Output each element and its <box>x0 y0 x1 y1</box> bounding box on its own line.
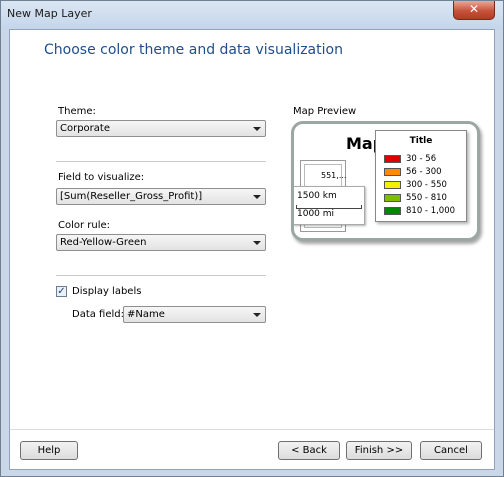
map-preview-label: Map Preview <box>293 106 357 117</box>
map-data-label: 551,... <box>321 171 347 180</box>
data-field-label: Data field: <box>72 309 125 320</box>
legend-item-label: 300 - 550 <box>406 180 447 190</box>
close-button[interactable]: ✕ <box>453 1 495 20</box>
color-rule-dropdown[interactable]: Red-Yellow-Green <box>56 234 266 251</box>
chevron-down-icon <box>253 313 261 317</box>
chevron-down-icon <box>253 195 261 199</box>
page-title: Choose color theme and data visualizatio… <box>44 42 343 58</box>
separator <box>56 275 266 276</box>
legend-item-label: 30 - 56 <box>406 154 437 164</box>
legend-title: Title <box>409 136 433 146</box>
back-button[interactable]: < Back <box>278 441 340 460</box>
dialog-window: New Map Layer ✕ Choose color theme and d… <box>0 0 504 477</box>
footer-separator <box>10 429 494 430</box>
display-labels-label: Display labels <box>72 286 142 297</box>
theme-dropdown[interactable]: Corporate <box>56 120 266 137</box>
theme-value: Corporate <box>60 123 110 134</box>
chevron-down-icon <box>253 241 261 245</box>
help-button[interactable]: Help <box>20 441 78 460</box>
legend-item-label: 810 - 1,000 <box>406 206 456 216</box>
cancel-button[interactable]: Cancel <box>420 441 482 460</box>
dialog-content: Choose color theme and data visualizatio… <box>9 29 495 470</box>
scale-km-label: 1500 km <box>297 191 337 201</box>
legend-item-label: 56 - 300 <box>406 167 442 177</box>
color-rule-value: Red-Yellow-Green <box>60 237 147 248</box>
theme-label: Theme: <box>58 106 96 117</box>
legend-swatch <box>384 168 401 176</box>
data-field-dropdown[interactable]: #Name <box>123 306 266 323</box>
map-legend: Title 30 - 56 56 - 300 300 - 550 550 - 8… <box>375 130 467 222</box>
color-rule-label: Color rule: <box>58 220 111 231</box>
distance-scale: 1500 km 1000 mi <box>294 186 365 225</box>
legend-swatch <box>384 194 401 202</box>
data-field-value: #Name <box>127 309 165 320</box>
field-dropdown[interactable]: [Sum(Reseller_Gross_Profit)] <box>56 188 266 205</box>
field-label: Field to visualize: <box>58 172 145 183</box>
chevron-down-icon <box>253 127 261 131</box>
legend-swatch <box>384 155 401 163</box>
scale-mi-label: 1000 mi <box>297 209 335 219</box>
window-title: New Map Layer <box>7 7 92 20</box>
display-labels-checkbox[interactable]: ✓ <box>56 286 67 297</box>
legend-item-label: 550 - 810 <box>406 193 447 203</box>
field-value: [Sum(Reseller_Gross_Profit)] <box>60 191 203 202</box>
finish-button[interactable]: Finish >> <box>346 441 412 460</box>
map-preview: Map 551,... 1500 km 1000 mi Title 30 - 5… <box>291 121 480 241</box>
legend-swatch <box>384 207 401 215</box>
legend-swatch <box>384 181 401 189</box>
separator <box>56 161 266 162</box>
title-bar[interactable]: New Map Layer ✕ <box>1 1 503 29</box>
